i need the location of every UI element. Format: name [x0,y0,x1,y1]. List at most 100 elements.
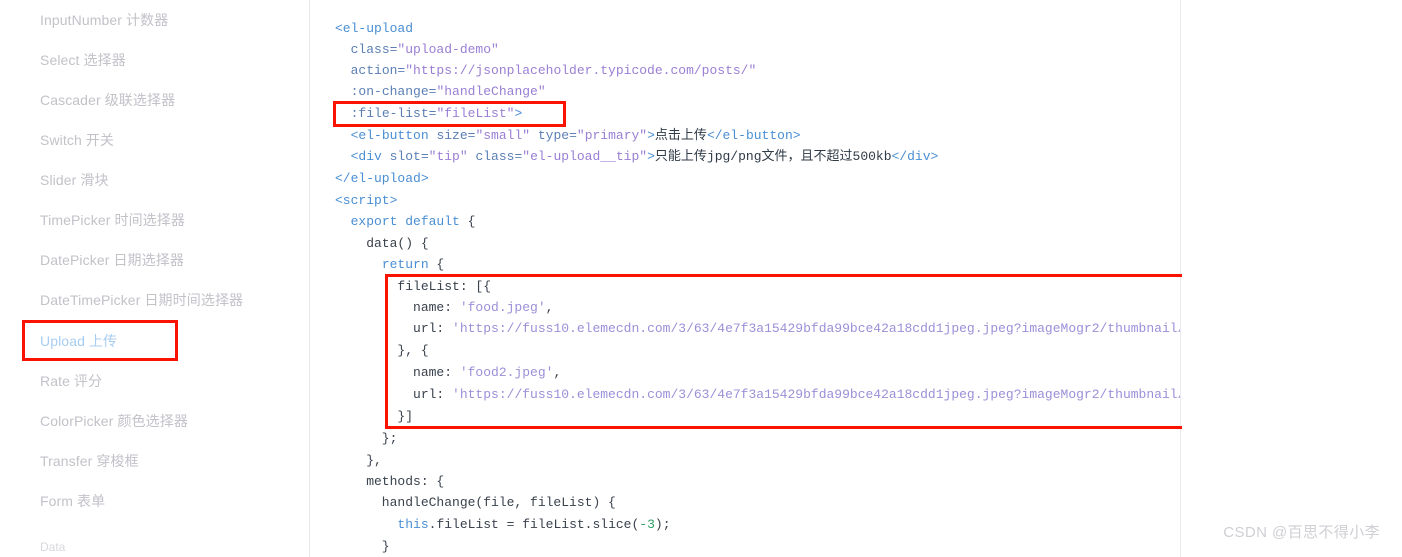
code-token: }] [335,409,414,424]
code-token: <div [350,149,390,164]
code-line: }; [335,428,398,449]
code-token: handleChange(file, fileList) { [335,495,616,510]
sidebar-item-8[interactable]: Upload 上传 [40,332,117,350]
code-token: "primary" [576,128,648,143]
sidebar-item-12[interactable]: Form 表单 [40,492,105,510]
code-token: this [397,517,429,532]
code-line: <div slot="tip" class="el-upload__tip">只… [335,146,939,167]
sidebar-item-1[interactable]: Select 选择器 [40,51,126,69]
code-token: :file-list= [350,106,437,121]
right-rail: CSDN @百思不得小李 [1182,0,1402,557]
code-token: "upload-demo" [397,42,499,57]
sidebar-item-3[interactable]: Switch 开关 [40,131,114,149]
code-token: methods: { [335,474,445,489]
code-token: 点击上传 [654,128,707,143]
page-root: InputNumber 计数器 Select 选择器 Cascader 级联选择器 S… [0,0,1402,557]
code-token: export default [350,214,460,229]
sidebar-item-5[interactable]: TimePicker 时间选择器 [40,211,185,229]
code-token: type= [537,128,577,143]
code-token: url: [335,387,453,402]
code-token: { [428,257,445,272]
watermark-label: CSDN @百思不得小李 [1223,524,1380,541]
sidebar-item-6[interactable]: DatePicker 日期选择器 [40,251,184,269]
code-token: class= [350,42,398,57]
code-line: }] [335,406,413,427]
code-token: .fileList = fileList.slice( [428,517,640,532]
code-line: } [335,536,390,557]
code-line: methods: { [335,471,444,492]
code-token: 只能上传jpg/png文件，且不超过500kb [654,149,892,164]
code-token: -3 [639,517,655,532]
code-token: <script> [335,193,398,208]
code-token: <el-button [350,128,437,143]
code-token: "tip" [428,149,476,164]
sidebar-item-10[interactable]: ColorPicker 颜色选择器 [40,412,188,430]
code-line: name: 'food2.jpeg', [335,362,561,383]
code-token: return [381,257,429,272]
code-token: </el-upload> [335,171,429,186]
code-token: "el-upload__tip" [522,149,648,164]
code-line: <script> [335,190,397,211]
code-line: class="upload-demo" [335,39,499,60]
code-token: "https://jsonplaceholder.typicode.com/po… [405,63,757,78]
code-token: > [647,128,655,143]
code-line: return { [335,254,444,275]
code-line: fileList: [{ [335,276,491,297]
code-line: action="https://jsonplaceholder.typicode… [335,60,757,81]
code-sample-pane: <el-upload class="upload-demo" action="h… [311,0,1181,557]
sidebar-item-7[interactable]: DateTimePicker 日期时间选择器 [40,291,243,309]
code-token: action= [350,63,406,78]
sidebar-item-0[interactable]: InputNumber 计数器 [40,11,168,29]
code-line: :on-change="handleChange" [335,81,546,102]
code-token: class= [475,149,523,164]
code-line: handleChange(file, fileList) { [335,492,616,513]
code-token: "small" [475,128,538,143]
sidebar-item-4[interactable]: Slider 滑块 [40,171,109,189]
sidebar-item-11[interactable]: Transfer 穿梭框 [40,452,139,470]
code-token: </div> [891,149,939,164]
code-line: url: 'https://fuss10.elemecdn.com/3/63/4… [335,384,1180,405]
code-line: </el-upload> [335,168,429,189]
code-line: :file-list="fileList"> [335,103,523,124]
code-token: 'food2.jpeg' [459,365,554,380]
code-token: > [647,149,655,164]
code-token: data() { [335,236,429,251]
code-token: url: [335,321,453,336]
code-token: 'https://fuss10.elemecdn.com/3/63/4e7f3a… [452,387,1180,402]
code-token: 'food.jpeg' [459,300,546,315]
code-token: }, [335,453,382,468]
code-line: this.fileList = fileList.slice(-3); [335,514,670,535]
code-line: url: 'https://fuss10.elemecdn.com/3/63/4… [335,318,1180,339]
code-line: export default { [335,211,476,232]
sidebar-item-2[interactable]: Cascader 级联选择器 [40,91,175,109]
code-token: "handleChange" [436,84,546,99]
sidebar-group-label: Data [40,540,66,554]
code-token: slot= [389,149,429,164]
code-line: name: 'food.jpeg', [335,297,553,318]
code-token: </el-button> [706,128,801,143]
code-token: } [335,539,390,554]
code-token: , [545,300,554,315]
code-token: 'https://fuss10.elemecdn.com/3/63/4e7f3a… [452,321,1180,336]
sidebar-navigation: InputNumber 计数器 Select 选择器 Cascader 级联选择器 S… [0,0,310,557]
sidebar-item-9[interactable]: Rate 评分 [40,372,102,390]
code-token: fileList: [{ [335,279,492,294]
code-token: > [514,106,523,121]
code-token: , [553,365,562,380]
code-line: <el-button size="small" type="primary">点… [335,125,801,146]
code-line: data() { [335,233,429,254]
code-token: :on-change= [350,84,437,99]
code-token: { [459,214,476,229]
code-token: "fileList" [436,106,515,121]
code-line: }, [335,450,382,471]
code-token: }, { [335,343,429,358]
